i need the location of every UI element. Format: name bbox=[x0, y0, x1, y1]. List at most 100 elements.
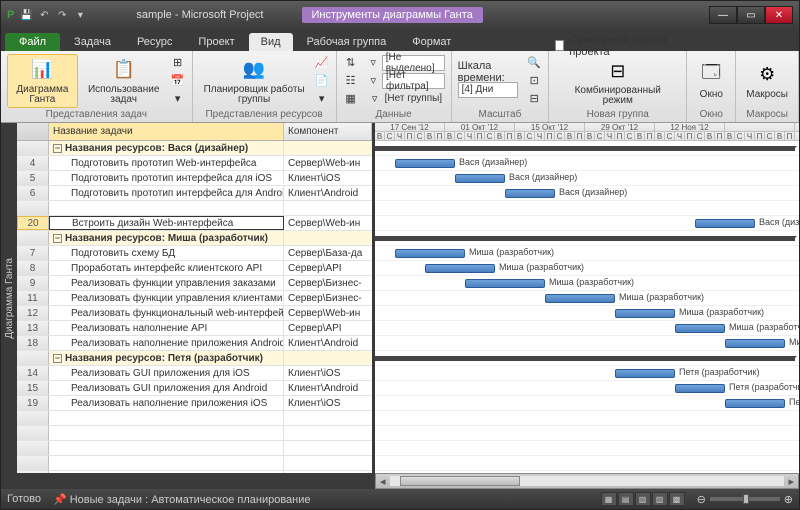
component-cell[interactable]: Сервер\Бизнес- bbox=[284, 291, 372, 305]
task-bar[interactable] bbox=[675, 384, 725, 393]
task-row[interactable]: 5Подготовить прототип интерфейса для iOS… bbox=[17, 171, 372, 186]
group-select[interactable]: ▿[Нет группы] bbox=[367, 90, 445, 107]
empty-row[interactable] bbox=[17, 456, 372, 471]
component-cell[interactable]: Сервер\База-да bbox=[284, 246, 372, 260]
other-res-views-button[interactable]: ▾ bbox=[314, 90, 330, 107]
redo-icon[interactable]: ↷ bbox=[54, 7, 70, 23]
other-views-button[interactable]: ▾ bbox=[170, 90, 186, 107]
close-button[interactable]: ✕ bbox=[765, 6, 793, 24]
zoom-out-icon[interactable]: ⊖ bbox=[697, 493, 706, 506]
resource-usage-button[interactable]: 📈 bbox=[314, 54, 330, 71]
gantt-row[interactable]: Вася (дизайнер) bbox=[375, 186, 799, 201]
task-row[interactable]: 11Реализовать функции управления клиента… bbox=[17, 291, 372, 306]
component-cell[interactable]: Сервер\API bbox=[284, 321, 372, 335]
task-bar[interactable] bbox=[455, 174, 505, 183]
gantt-row[interactable]: Названия ресур bbox=[375, 141, 799, 156]
summary-task-checkbox[interactable]: Суммарная задача проекта bbox=[555, 37, 680, 54]
column-task-name[interactable]: Название задачи bbox=[49, 123, 284, 140]
row-number[interactable]: 15 bbox=[17, 381, 49, 395]
component-cell[interactable] bbox=[284, 141, 372, 155]
component-cell[interactable]: Клиент\iOS bbox=[284, 171, 372, 185]
tab-ресурс[interactable]: Ресурс bbox=[125, 33, 184, 51]
timescale-select[interactable]: [4] Дни bbox=[458, 81, 521, 98]
view-network-icon[interactable]: ▧ bbox=[635, 492, 651, 506]
gantt-row[interactable]: Миша (разработчик) bbox=[375, 276, 799, 291]
tab-задача[interactable]: Задача bbox=[62, 33, 123, 51]
row-number[interactable]: 18 bbox=[17, 336, 49, 350]
task-name-cell[interactable]: Реализовать наполнение API bbox=[49, 321, 284, 335]
gantt-row[interactable] bbox=[375, 201, 799, 216]
zoom-selected-button[interactable]: ⊟ bbox=[526, 90, 542, 107]
collapse-icon[interactable]: − bbox=[53, 144, 62, 153]
summary-bar[interactable] bbox=[375, 146, 795, 151]
task-name-cell[interactable]: Реализовать функции управления клиентами bbox=[49, 291, 284, 305]
gantt-row[interactable]: Названия ресур bbox=[375, 231, 799, 246]
horizontal-scrollbar[interactable]: ◂ ▸ bbox=[375, 473, 799, 489]
tab-вид[interactable]: Вид bbox=[249, 33, 293, 51]
task-bar[interactable] bbox=[425, 264, 495, 273]
group-row[interactable]: −Названия ресурсов: Вася (дизайнер) bbox=[17, 141, 372, 156]
zoom-in-icon[interactable]: ⊕ bbox=[784, 493, 793, 506]
task-bar[interactable] bbox=[395, 249, 465, 258]
tab-проект[interactable]: Проект bbox=[186, 33, 246, 51]
gantt-row[interactable]: Петя (разработчик) bbox=[375, 396, 799, 411]
task-bar[interactable] bbox=[695, 219, 755, 228]
collapse-icon[interactable]: − bbox=[53, 234, 62, 243]
component-cell[interactable]: Клиент\iOS bbox=[284, 366, 372, 380]
task-row[interactable]: 8Проработать интерфейс клиентского APIСе… bbox=[17, 261, 372, 276]
task-name-cell[interactable]: −Названия ресурсов: Вася (дизайнер) bbox=[49, 141, 284, 155]
gantt-row[interactable]: Петя (разработчик) bbox=[375, 366, 799, 381]
row-number[interactable]: 12 bbox=[17, 306, 49, 320]
summary-bar[interactable] bbox=[375, 236, 795, 241]
component-cell[interactable]: Клиент\Android bbox=[284, 186, 372, 200]
task-bar[interactable] bbox=[675, 324, 725, 333]
component-cell[interactable]: Клиент\iOS bbox=[284, 396, 372, 410]
task-name-cell[interactable]: Реализовать GUI приложения для iOS bbox=[49, 366, 284, 380]
outline-button[interactable]: ☷ bbox=[343, 72, 359, 89]
task-row[interactable]: 9Реализовать функции управления заказами… bbox=[17, 276, 372, 291]
row-number[interactable]: 13 bbox=[17, 321, 49, 335]
file-tab[interactable]: Файл bbox=[5, 33, 60, 51]
macros-button[interactable]: ⚙ Макросы bbox=[742, 60, 792, 102]
window-button[interactable]: 🗔 Окно bbox=[693, 60, 729, 102]
task-bar[interactable] bbox=[615, 369, 675, 378]
task-row[interactable]: 12Реализовать функциональный web-интерфе… bbox=[17, 306, 372, 321]
tab-рабочая группа[interactable]: Рабочая группа bbox=[295, 33, 399, 51]
row-number[interactable]: 9 bbox=[17, 276, 49, 290]
group-row[interactable]: −Названия ресурсов: Миша (разработчик) bbox=[17, 231, 372, 246]
empty-row[interactable] bbox=[17, 426, 372, 441]
task-bar[interactable] bbox=[395, 159, 455, 168]
gantt-row[interactable] bbox=[375, 441, 799, 456]
task-row[interactable]: 4Подготовить прототип Web-интерфейсаСерв… bbox=[17, 156, 372, 171]
task-row[interactable]: 18Реализовать наполнение приложения Andr… bbox=[17, 336, 372, 351]
row-number[interactable]: 20 bbox=[17, 216, 49, 230]
gantt-row[interactable]: Петя (разработчик) bbox=[375, 381, 799, 396]
task-name-cell[interactable]: −Названия ресурсов: Петя (разработчик) bbox=[49, 351, 284, 365]
task-bar[interactable] bbox=[545, 294, 615, 303]
component-cell[interactable]: Сервер\Бизнес- bbox=[284, 276, 372, 290]
qat-more-icon[interactable]: ▾ bbox=[72, 7, 88, 23]
component-cell[interactable]: Сервер\Web-ин bbox=[284, 306, 372, 320]
gantt-row[interactable]: Вася (дизайнер) bbox=[375, 216, 799, 231]
task-name-cell[interactable]: Подготовить прототип интерфейса для Andr… bbox=[49, 186, 284, 200]
component-cell[interactable]: Клиент\Android bbox=[284, 336, 372, 350]
gantt-row[interactable]: Миша (разработчик) bbox=[375, 321, 799, 336]
gantt-row[interactable] bbox=[375, 456, 799, 471]
gantt-row[interactable]: Миша (разработчик) bbox=[375, 336, 799, 351]
row-number[interactable]: 4 bbox=[17, 156, 49, 170]
component-cell[interactable]: Сервер\Web-ин bbox=[284, 156, 372, 170]
column-component[interactable]: Компонент bbox=[284, 123, 372, 140]
row-number[interactable]: 6 bbox=[17, 186, 49, 200]
component-cell[interactable]: Клиент\Android bbox=[284, 381, 372, 395]
task-name-cell[interactable]: −Названия ресурсов: Миша (разработчик) bbox=[49, 231, 284, 245]
view-cal-icon[interactable]: ▨ bbox=[652, 492, 668, 506]
gantt-chart[interactable]: 17 Сен '1201 Окт '1215 Окт '1229 Окт '12… bbox=[375, 123, 799, 473]
view-gantt-icon[interactable]: ▦ bbox=[601, 492, 617, 506]
gantt-chart-button[interactable]: 📊 Диаграмма Ганта bbox=[7, 54, 78, 108]
gantt-row[interactable] bbox=[375, 471, 799, 473]
gantt-row[interactable]: Вася (дизайнер) bbox=[375, 156, 799, 171]
maximize-button[interactable]: ▭ bbox=[737, 6, 765, 24]
task-name-cell[interactable]: Реализовать функциональный web-интерфейс bbox=[49, 306, 284, 320]
context-tab-label[interactable]: Инструменты диаграммы Ганта bbox=[302, 7, 483, 23]
task-bar[interactable] bbox=[465, 279, 545, 288]
